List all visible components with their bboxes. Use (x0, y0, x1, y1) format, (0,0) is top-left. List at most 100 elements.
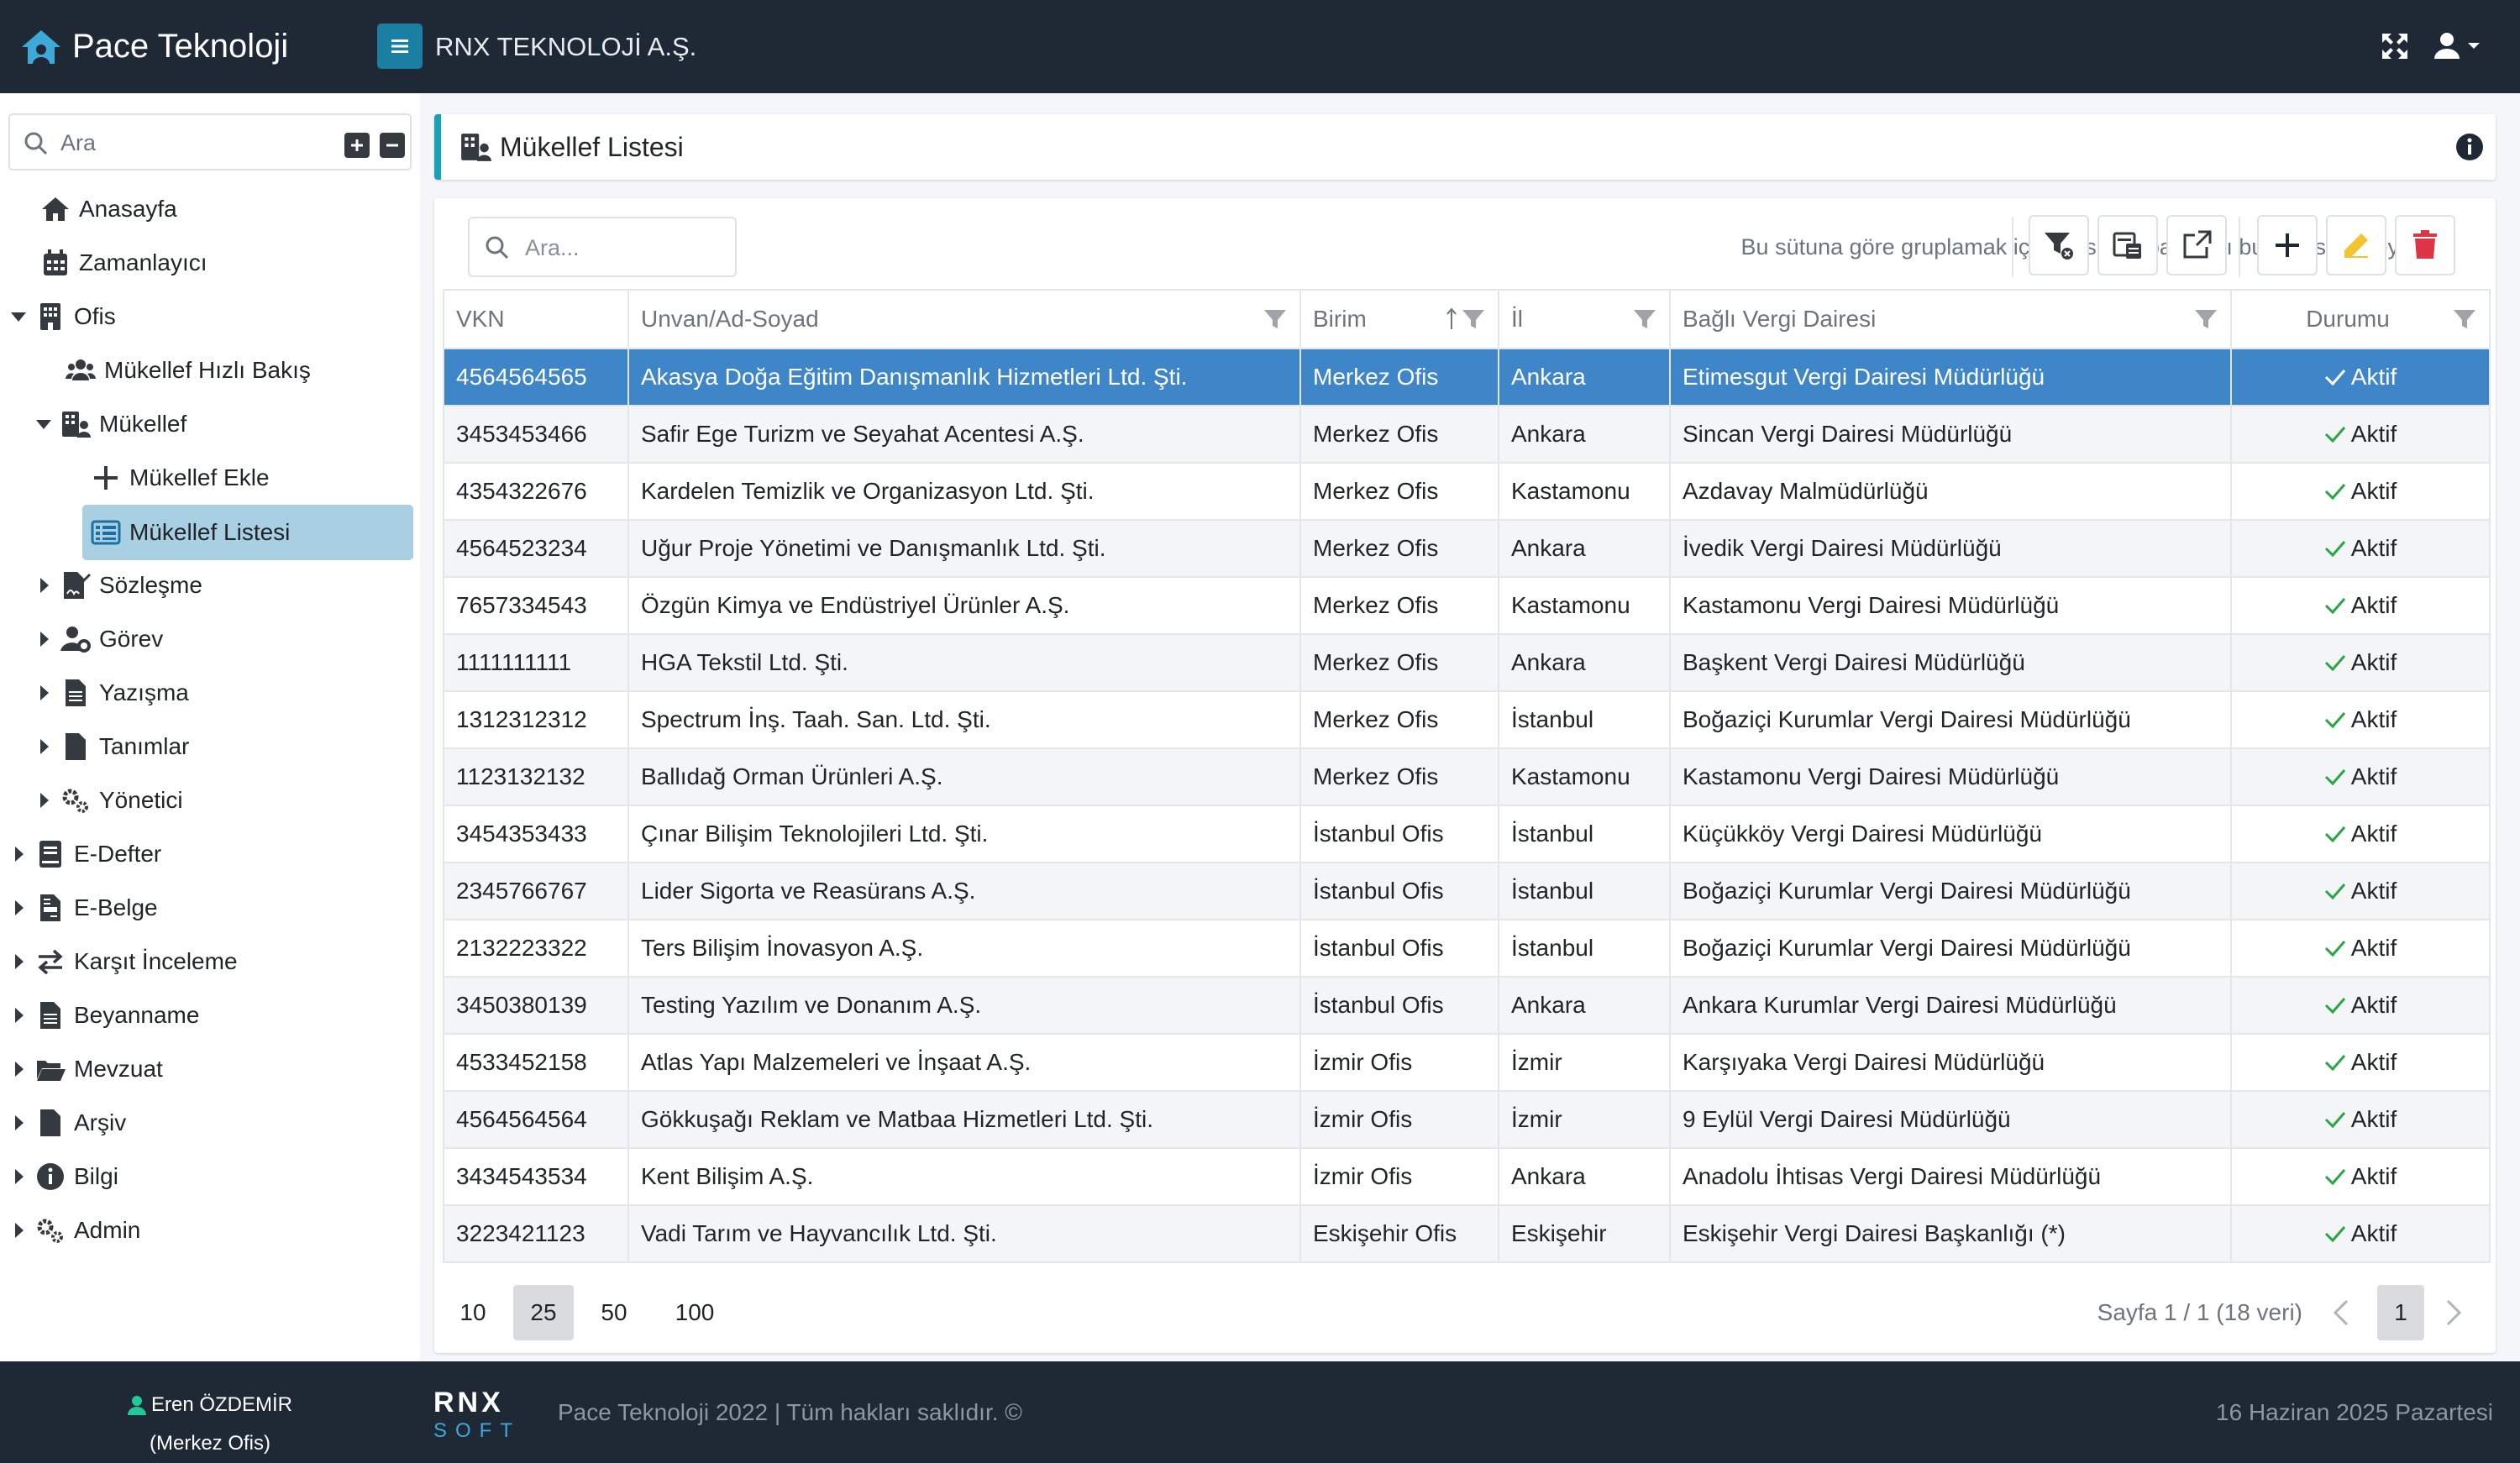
sidebar-item-ofis[interactable]: Ofis (8, 295, 116, 338)
brand[interactable]: Pace Teknoloji (18, 0, 288, 93)
table-row[interactable]: 4354322676 Kardelen Temizlik ve Organizas… (443, 462, 2491, 521)
caret-right-icon (40, 685, 49, 700)
table-row[interactable]: 4564564564 Gökkuşağı Reklam ve Matbaa Hiz… (443, 1090, 2491, 1149)
user-menu[interactable] (2433, 29, 2483, 62)
cell-vergi-dairesi: 9 Eylül Vergi Dairesi Müdürlüğü (1669, 1090, 2232, 1149)
sidebar-item-karsit-inceleme[interactable]: Karşıt İnceleme (8, 940, 238, 983)
prev-page-button[interactable] (2320, 1285, 2362, 1340)
sidebar-item-admin[interactable]: Admin (8, 1209, 140, 1252)
column-header-durumu[interactable]: Durumu (2230, 289, 2491, 349)
sidebar-item-beyanname[interactable]: Beyanname (8, 994, 199, 1037)
sidebar-item-sozlesme[interactable]: Sözleşme (34, 564, 202, 607)
column-header-unvan[interactable]: Unvan/Ad-Soyad (627, 289, 1301, 349)
table-row[interactable]: 3454353433 Çınar Bilişim Teknolojileri Lt… (443, 805, 2491, 863)
sidebar-item-yonetici[interactable]: Yönetici (34, 779, 183, 822)
table-row[interactable]: 1312312312 Spectrum İnş. Taah. San. Ltd. … (443, 690, 2491, 749)
status-badge: Aktif (2244, 592, 2477, 619)
cell-birim: Merkez Ofis (1299, 576, 1499, 635)
expand-icon[interactable] (2379, 30, 2411, 62)
status-label: Aktif (2350, 1220, 2397, 1246)
page-size-10[interactable]: 10 (443, 1285, 503, 1340)
filter-icon[interactable] (2452, 307, 2477, 332)
grid-search-input[interactable] (523, 228, 728, 267)
sidebar-item-yazisma[interactable]: Yazışma (34, 671, 189, 715)
table-row[interactable]: 3450380139 Testing Yazılım ve Donanım A.Ş… (443, 976, 2491, 1035)
table-row[interactable]: 2132223322 Ters Bilişim İnovasyon A.Ş. İst… (443, 919, 2491, 978)
cell-unvan: HGA Tekstil Ltd. Şti. (627, 633, 1301, 692)
table-row[interactable]: 3434543534 Kent Bilişim A.Ş. İzmir Ofis Ank… (443, 1147, 2491, 1206)
sidebar-item-arsiv[interactable]: Arşiv (8, 1101, 126, 1145)
cell-vergi-dairesi: Boğaziçi Kurumlar Vergi Dairesi Müdürlüğ… (1669, 919, 2232, 978)
column-header-vergi-dairesi[interactable]: Bağlı Vergi Dairesi (1669, 289, 2232, 349)
filter-icon[interactable] (1632, 307, 1657, 332)
filter-icon[interactable] (1263, 307, 1288, 332)
svg-text:SOFT: SOFT (433, 1419, 521, 1442)
table-row[interactable]: 4533452158 Atlas Yapı Malzemeleri ve İnşa… (443, 1033, 2491, 1092)
sidebar-item-e-belge[interactable]: E-Belge (8, 886, 158, 930)
edit-button[interactable] (2326, 215, 2386, 275)
sidebar-item-label: Bilgi (74, 1163, 118, 1189)
page-size-100[interactable]: 100 (654, 1285, 735, 1340)
sort-asc-icon[interactable] (1446, 307, 1457, 332)
cell-durumu: Aktif (2230, 805, 2491, 863)
table-row[interactable]: 2345766767 Lider Sigorta ve Reasürans A.Ş… (443, 862, 2491, 920)
collapse-all-button[interactable] (380, 133, 405, 158)
column-header-il[interactable]: İl (1498, 289, 1671, 349)
column-chooser-button[interactable] (2097, 215, 2158, 275)
expand-all-button[interactable] (344, 133, 370, 158)
sidebar-item-zamanlayici[interactable]: Zamanlayıcı (40, 241, 207, 285)
sidebar-item-label: Anasayfa (79, 196, 177, 222)
sidebar-item-gorev[interactable]: Görev (34, 617, 163, 661)
filter-icon[interactable] (1461, 307, 1486, 332)
table-row[interactable]: 4564564565 Akasya Doğa Eğitim Danışmanlık… (443, 348, 2491, 406)
svg-text:RNX: RNX (433, 1387, 504, 1418)
add-button[interactable] (2257, 215, 2318, 275)
folder-open-icon (37, 1061, 66, 1081)
cell-birim: İstanbul Ofis (1299, 862, 1499, 920)
export-button[interactable] (2166, 215, 2227, 275)
sidebar-item-mukellef-listesi[interactable]: Mükellef Listesi (82, 505, 413, 560)
sidebar-item-mukellef-ekle[interactable]: Mükellef Ekle (91, 456, 270, 500)
menu-toggle-button[interactable] (377, 24, 423, 69)
data-grid-card: Bu sütuna göre gruplamak için bir sütun … (434, 198, 2496, 1353)
cell-vkn: 7657334543 (443, 576, 629, 635)
cell-vkn: 3223421123 (443, 1204, 629, 1263)
user-name: Eren ÖZDEMİR (150, 1393, 293, 1416)
sidebar-item-label: Zamanlayıcı (79, 249, 207, 275)
info-icon[interactable] (2455, 133, 2484, 161)
cell-il: Ankara (1498, 976, 1671, 1035)
column-header-birim[interactable]: Birim (1299, 289, 1499, 349)
sidebar-item-label: Tanımlar (99, 733, 190, 759)
column-header-vkn[interactable]: VKN (443, 289, 629, 349)
table-row[interactable]: 1123132132 Ballıdağ Orman Ürünleri A.Ş. Me… (443, 747, 2491, 806)
page-number-1[interactable]: 1 (2377, 1285, 2424, 1340)
sidebar-item-tanimlar[interactable]: Tanımlar (34, 725, 189, 768)
book-icon (39, 841, 61, 868)
info-icon (37, 1163, 64, 1190)
sidebar-item-mevzuat[interactable]: Mevzuat (8, 1047, 163, 1091)
sidebar-item-mukellef[interactable]: Mükellef (34, 402, 186, 446)
sidebar-item-mukellef-hizli-bakis[interactable]: Mükellef Hızlı Bakış (66, 349, 311, 392)
table-row[interactable]: 3453453466 Safir Ege Turizm ve Seyahat Ac… (443, 405, 2491, 464)
cell-durumu: Aktif (2230, 1033, 2491, 1092)
page-size-50[interactable]: 50 (584, 1285, 644, 1340)
status-badge: Aktif (2244, 364, 2477, 391)
next-page-button[interactable] (2433, 1285, 2475, 1340)
delete-button[interactable] (2395, 215, 2455, 275)
table-row[interactable]: 3223421123 Vadi Tarım ve Hayvancılık Ltd.… (443, 1204, 2491, 1263)
sidebar-search-input[interactable] (59, 123, 339, 162)
sidebar-item-bilgi[interactable]: Bilgi (8, 1155, 118, 1198)
sidebar-item-e-defter[interactable]: E-Defter (8, 832, 161, 876)
filter-icon[interactable] (2193, 307, 2218, 332)
sidebar-item-anasayfa[interactable]: Anasayfa (40, 187, 177, 231)
cell-unvan: Spectrum İnş. Taah. San. Ltd. Şti. (627, 690, 1301, 749)
cell-birim: Merkez Ofis (1299, 633, 1499, 692)
table-row[interactable]: 1111111111 HGA Tekstil Ltd. Şti. Merkez Of… (443, 633, 2491, 692)
check-icon (2324, 1112, 2345, 1129)
cell-unvan: Testing Yazılım ve Donanım A.Ş. (627, 976, 1301, 1035)
table-row[interactable]: 4564523234 Uğur Proje Yönetimi ve Danışma… (443, 519, 2491, 578)
clear-filter-button[interactable] (2029, 215, 2089, 275)
table-row[interactable]: 7657334543 Özgün Kimya ve Endüstriyel Ürü… (443, 576, 2491, 635)
page-size-25[interactable]: 25 (513, 1285, 574, 1340)
page-title: Mükellef Listesi (500, 131, 684, 162)
